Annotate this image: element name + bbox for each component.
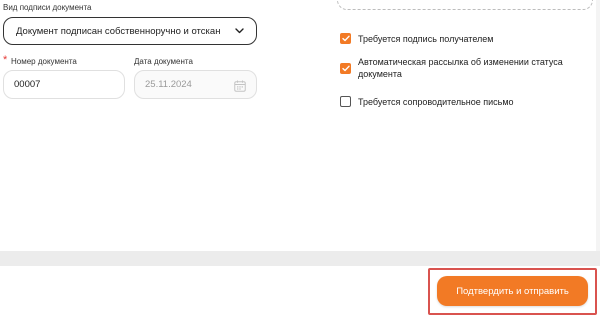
checkbox-checked[interactable] (340, 63, 351, 74)
doc-date-value: 25.11.2024 (145, 79, 192, 90)
confirm-and-send-button[interactable]: Подтвердить и отправить (437, 276, 588, 306)
page: Вид подписи документа Документ подписан … (0, 0, 600, 316)
option-label: Автоматическая рассылка об изменении ста… (358, 57, 563, 79)
option-cover-letter[interactable]: Требуется сопроводительное письмо (340, 96, 598, 108)
section-divider (0, 251, 600, 266)
signature-type-value: Документ подписан собственноручно и отск… (16, 25, 221, 37)
option-recipient-signature[interactable]: Требуется подпись получателем (340, 33, 598, 45)
form-card: Вид подписи документа Документ подписан … (0, 0, 600, 251)
signature-type-label: Вид подписи документа (3, 3, 92, 12)
scrollbar-track[interactable] (596, 0, 600, 251)
option-label: Требуется подпись получателем (358, 34, 494, 44)
chevron-down-icon (232, 24, 246, 38)
option-auto-status-mailing[interactable]: Автоматическая рассылка об изменении ста… (340, 56, 596, 80)
doc-number-value: 00007 (14, 79, 41, 90)
doc-number-label: Номер документа (11, 57, 77, 66)
upload-dropzone[interactable] (337, 0, 593, 10)
doc-date-input[interactable]: 25.11.2024 (134, 70, 257, 99)
option-label: Требуется сопроводительное письмо (358, 97, 514, 107)
calendar-icon[interactable] (234, 79, 246, 92)
checkbox-unchecked[interactable] (340, 96, 351, 107)
signature-type-select[interactable]: Документ подписан собственноручно и отск… (3, 17, 257, 45)
checkbox-checked[interactable] (340, 33, 351, 44)
doc-date-label: Дата документа (134, 57, 193, 66)
required-mark: * (3, 54, 8, 66)
doc-number-input[interactable]: 00007 (3, 70, 125, 99)
